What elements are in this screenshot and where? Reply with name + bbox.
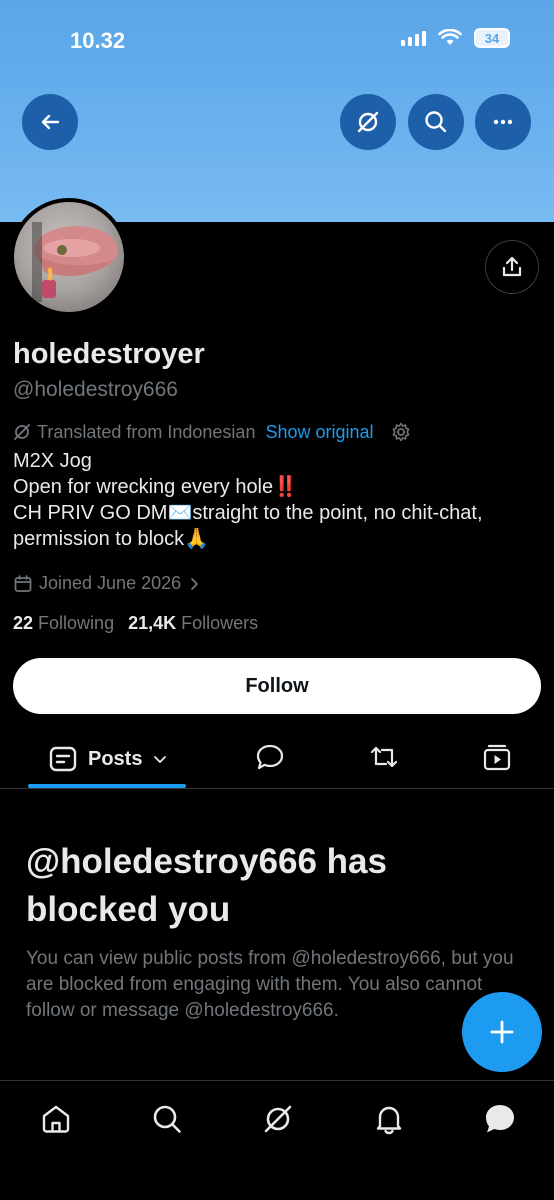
followers-count: 21,4K [128,613,177,633]
home-icon [42,1105,70,1133]
profile-handle: @holedestroy666 [13,378,178,401]
messages-icon [486,1105,514,1133]
joined-date: Joined June 2026 [39,573,182,593]
followers-link[interactable]: 21,4K Followers [128,613,258,634]
battery-icon: 34 [474,28,510,48]
bio-line: Open for wrecking every hole‼️ [13,476,299,498]
translate-icon [14,424,30,440]
translation-row: Translated from Indonesian Show original [13,421,412,443]
search-icon [425,111,447,133]
more-button[interactable] [475,94,531,150]
nav-messages[interactable] [482,1101,518,1137]
avatar[interactable] [10,198,128,316]
grok-icon [264,1105,292,1133]
calendar-icon [14,574,32,592]
status-time: 10.32 [70,28,126,53]
back-arrow-icon [41,114,60,130]
following-link[interactable]: 22 Following [13,613,114,634]
following-label: Following [38,613,115,633]
tab-replies[interactable] [255,742,285,772]
repost-icon [370,746,398,768]
status-indicators: 34 [401,28,510,48]
tab-posts-label: Posts [88,747,143,770]
tabs-divider [0,788,554,789]
plus-icon [490,1020,514,1044]
more-icon [493,119,513,125]
search-button[interactable] [408,94,464,150]
tab-posts[interactable]: Posts [48,744,168,774]
grok-icon [357,111,379,133]
back-button[interactable] [22,94,78,150]
blocked-description: You can view public posts from @holedest… [26,948,514,1021]
nav-search[interactable] [149,1101,185,1137]
bio-line: CH PRIV GO DM✉️straight to the point, no… [13,502,483,524]
profile-tabs: Posts [0,728,554,788]
share-button[interactable] [485,240,539,294]
bio-line: permission to block🙏 [13,528,210,550]
followers-label: Followers [181,613,259,633]
search-icon [153,1105,181,1133]
share-icon [502,256,522,277]
notifications-icon [376,1106,402,1135]
profile-banner: 10.32 34 [0,0,554,222]
follow-button[interactable]: Follow [13,658,541,714]
bio-line: M2X Jog [13,450,92,472]
translated-from-label: Translated from Indonesian [37,421,256,442]
media-icon [483,744,511,771]
following-count: 22 [13,613,34,633]
tab-media[interactable] [482,742,512,772]
tab-reposts[interactable] [368,742,400,772]
follow-counts: 22 Following 21,4K Followers [13,613,258,634]
compose-button[interactable] [462,992,542,1072]
blocked-title: @holedestroy666 has blocked you [26,842,387,929]
profile-bio: M2X Jog Open for wrecking every hole‼️ C… [13,448,543,552]
wifi-icon [438,29,462,45]
display-name: holedestroyer [13,338,205,370]
settings-icon[interactable] [390,421,412,443]
nav-notifications[interactable] [371,1101,407,1137]
reply-icon [256,744,284,770]
nav-home[interactable] [38,1101,74,1137]
chevron-right-icon [191,577,199,590]
joined-row[interactable]: Joined June 2026 [13,573,201,594]
signal-icon [401,30,426,46]
nav-grok[interactable] [260,1101,296,1137]
avatar-image [14,202,124,312]
posts-icon [49,746,77,772]
show-original-link[interactable]: Show original [265,422,373,443]
bottom-navigation [0,1080,554,1200]
chevron-down-icon [154,756,167,763]
grok-button[interactable] [340,94,396,150]
